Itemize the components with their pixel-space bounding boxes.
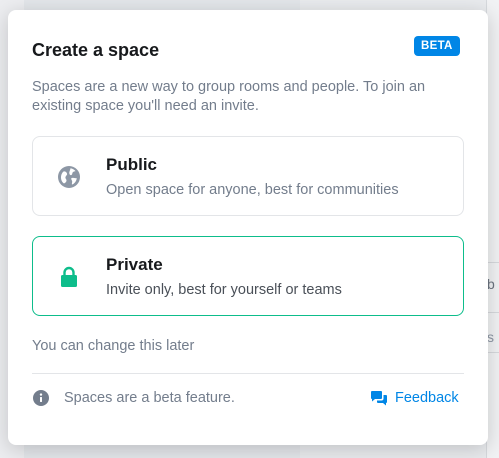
public-space-option[interactable]: Public Open space for anyone, best for c… <box>32 136 464 216</box>
option-title: Public <box>106 155 158 174</box>
background-divider <box>487 352 499 353</box>
option-description: Open space for anyone, best for communit… <box>106 182 399 198</box>
dialog-title: Create a space <box>32 40 160 60</box>
info-icon <box>33 390 49 406</box>
beta-feature-notice: Spaces are a beta feature. <box>64 390 235 406</box>
background-divider <box>487 262 499 263</box>
lock-icon <box>57 265 81 289</box>
background-text-fragment: b <box>487 276 495 292</box>
feedback-button[interactable]: Feedback <box>370 388 459 408</box>
change-later-note: You can change this later <box>32 338 195 354</box>
option-title: Private <box>106 255 163 274</box>
background-divider <box>487 312 499 313</box>
dialog-description: Spaces are a new way to group rooms and … <box>32 79 426 114</box>
beta-badge: BETA <box>414 36 460 56</box>
option-description: Invite only, best for yourself or teams <box>106 282 342 298</box>
chat-bubbles-icon <box>370 390 388 406</box>
globe-icon <box>57 165 81 189</box>
feedback-label: Feedback <box>395 390 459 406</box>
footer-divider <box>32 373 464 374</box>
create-space-dialog: Create a space BETA Spaces are a new way… <box>8 10 488 445</box>
private-space-option[interactable]: Private Invite only, best for yourself o… <box>32 236 464 316</box>
background-text-fragment: s <box>487 329 494 345</box>
